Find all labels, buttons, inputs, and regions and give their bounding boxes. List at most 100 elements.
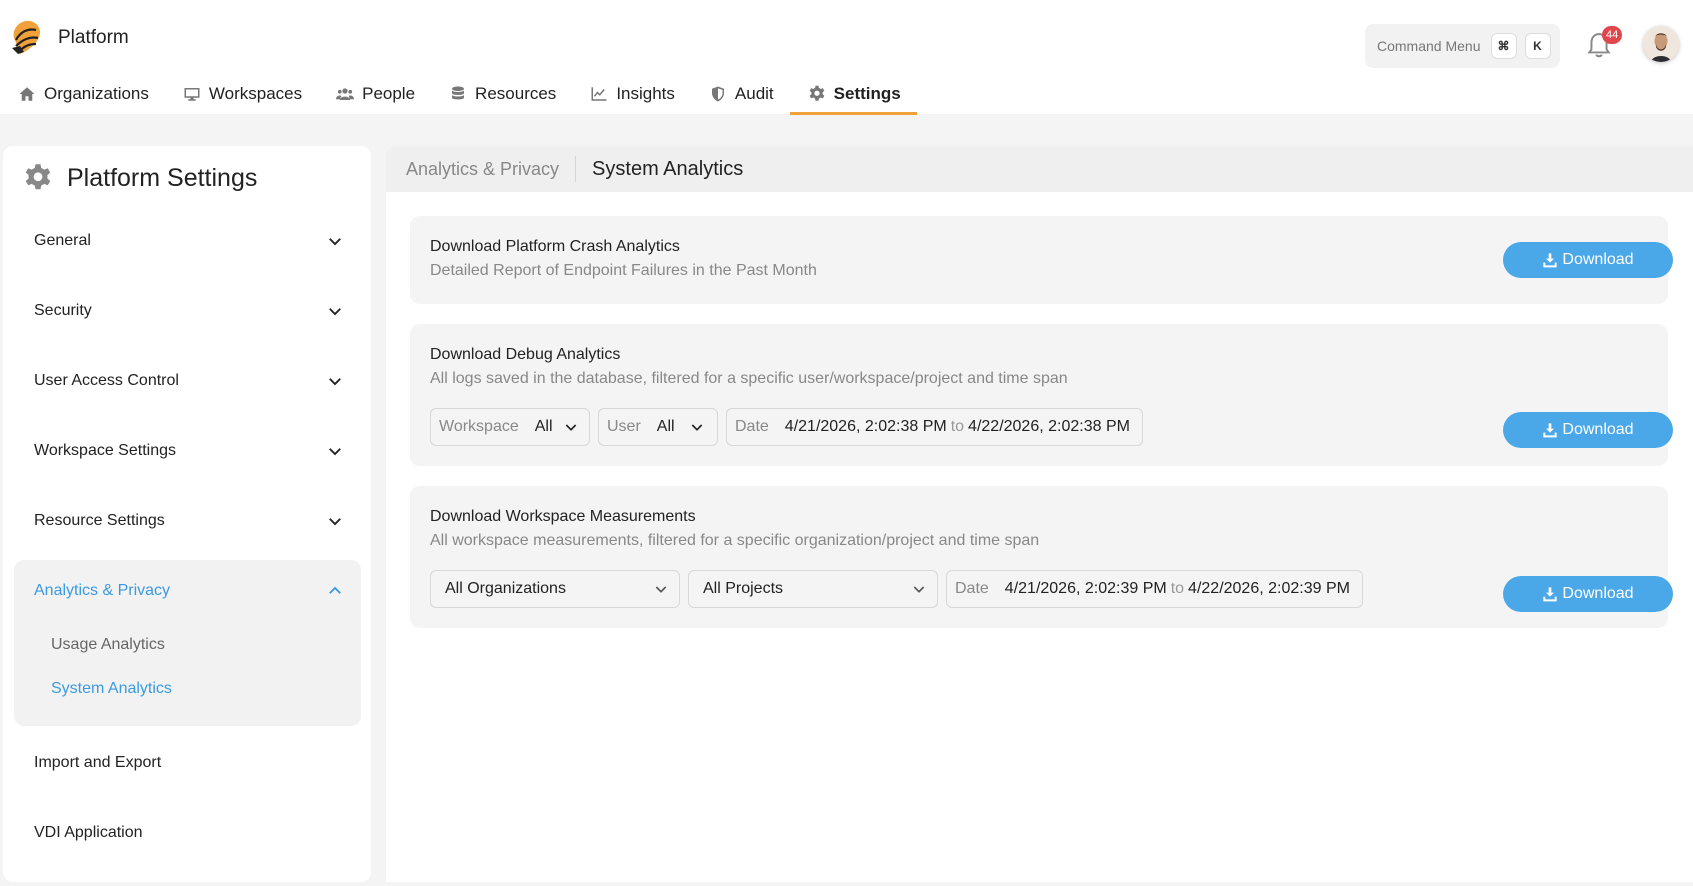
date-to-separator: to: [1170, 580, 1185, 597]
download-label: Download: [1562, 421, 1634, 438]
settings-sidebar: Platform Settings General Security User …: [3, 146, 371, 882]
workspace-label: Workspace: [439, 418, 519, 435]
sidebar-item-general[interactable]: General: [34, 226, 344, 256]
organization-value: All Organizations: [445, 580, 566, 597]
nav-organizations-label: Organizations: [44, 84, 149, 103]
download-label: Download: [1562, 251, 1634, 268]
download-icon: [1543, 253, 1558, 268]
main-nav: Organizations Workspaces People Resource…: [0, 74, 917, 115]
sidebar-item-label: Resource Settings: [34, 512, 165, 529]
date-from: 4/21/2026, 2:02:38 PM: [784, 418, 947, 435]
date-label: Date: [955, 580, 989, 597]
workspace-select[interactable]: Workspace All: [430, 408, 590, 446]
card-title: Download Debug Analytics: [430, 346, 621, 363]
top-header: Platform Command Menu ⌘ K 44 Organizatio…: [0, 0, 1693, 115]
gear-icon: [25, 164, 51, 190]
date-label: Date: [735, 418, 769, 435]
user-label: User: [607, 418, 641, 435]
breadcrumb-divider: [575, 156, 577, 182]
platform-logo: [12, 20, 41, 54]
sidebar-item-label: Workspace Settings: [34, 442, 176, 459]
download-debug-button[interactable]: Download: [1503, 412, 1673, 448]
sidebar-item-label: User Access Control: [34, 372, 179, 389]
download-label: Download: [1562, 585, 1634, 602]
chevron-down-icon: [329, 378, 341, 386]
app-title: Platform: [58, 27, 129, 48]
command-menu-label: Command Menu: [1377, 38, 1481, 54]
sidebar-item-label: VDI Application: [34, 824, 143, 841]
sidebar-item-vdi-application[interactable]: VDI Application: [34, 818, 344, 848]
chevron-down-icon: [329, 518, 341, 526]
nav-people-label: People: [362, 84, 416, 103]
organization-select[interactable]: All Organizations: [430, 570, 680, 608]
chevron-down-icon: [913, 586, 925, 593]
sidebar-item-import-export[interactable]: Import and Export: [34, 748, 344, 778]
workspace-measurements-card: Download Workspace Measurements All work…: [410, 486, 1673, 628]
nav-organizations[interactable]: Organizations: [0, 74, 165, 114]
nav-settings[interactable]: Settings: [789, 74, 917, 115]
breadcrumb-parent[interactable]: Analytics & Privacy: [386, 159, 559, 180]
page-title: System Analytics: [592, 157, 744, 180]
nav-resources[interactable]: Resources: [431, 74, 572, 114]
card-description: Detailed Report of Endpoint Failures in …: [430, 262, 817, 279]
date-to: 4/22/2026, 2:02:39 PM: [1188, 580, 1350, 597]
chevron-down-icon: [691, 424, 702, 431]
sidebar-header: Platform Settings: [23, 163, 257, 193]
date-range-field[interactable]: Date 4/21/2026, 2:02:38 PM to 4/22/2026,…: [726, 408, 1143, 446]
nav-insights[interactable]: Insights: [572, 74, 691, 114]
command-menu-button[interactable]: Command Menu ⌘ K: [1365, 24, 1560, 68]
nav-workspaces[interactable]: Workspaces: [165, 74, 318, 114]
card-description: All logs saved in the database, filtered…: [430, 370, 1068, 387]
sidebar-item-resource-settings[interactable]: Resource Settings: [34, 506, 344, 536]
sidebar-item-security[interactable]: Security: [34, 296, 344, 326]
chevron-down-icon: [655, 586, 667, 593]
command-key: ⌘: [1490, 33, 1517, 59]
sidebar-title: Platform Settings: [67, 163, 258, 192]
chevron-down-icon: [565, 424, 576, 431]
sidebar-item-label: Analytics & Privacy: [34, 582, 171, 599]
card-title: Download Platform Crash Analytics: [430, 238, 680, 255]
project-value: All Projects: [703, 580, 784, 597]
sidebar-item-analytics-privacy[interactable]: Analytics & Privacy: [34, 576, 344, 606]
chevron-down-icon: [329, 448, 341, 456]
download-icon: [1543, 587, 1558, 602]
date-to-separator: to: [950, 418, 965, 435]
k-key: K: [1524, 33, 1551, 59]
workspace-value: All: [534, 418, 553, 435]
date-range-field[interactable]: Date 4/21/2026, 2:02:39 PM to 4/22/2026,…: [946, 570, 1363, 608]
database-icon: [452, 86, 465, 100]
nav-settings-label: Settings: [833, 84, 901, 103]
card-title: Download Workspace Measurements: [430, 508, 696, 525]
nav-people[interactable]: People: [318, 74, 431, 114]
home-icon: [19, 87, 35, 101]
user-value: All: [656, 418, 675, 435]
monitor-icon: [184, 88, 200, 101]
sidebar-subitem-usage-analytics[interactable]: Usage Analytics: [51, 636, 165, 654]
download-crash-button[interactable]: Download: [1503, 242, 1673, 278]
sidebar-item-label: Security: [34, 302, 92, 319]
shield-icon: [711, 86, 724, 102]
sidebar-item-workspace-settings[interactable]: Workspace Settings: [34, 436, 344, 466]
chevron-up-icon: [329, 586, 341, 594]
date-from: 4/21/2026, 2:02:39 PM: [1004, 580, 1167, 597]
nav-workspaces-label: Workspaces: [208, 84, 303, 103]
gear-icon: [809, 85, 825, 101]
nav-audit[interactable]: Audit: [691, 74, 790, 114]
sidebar-subitem-system-analytics[interactable]: System Analytics: [51, 680, 172, 698]
chart-line-icon: [591, 87, 607, 101]
date-to: 4/22/2026, 2:02:38 PM: [968, 418, 1130, 435]
card-description: All workspace measurements, filtered for…: [430, 532, 1040, 549]
sidebar-item-user-access-control[interactable]: User Access Control: [34, 366, 344, 396]
people-icon: [336, 88, 355, 100]
nav-resources-label: Resources: [475, 84, 557, 103]
main-panel: Analytics & Privacy System Analytics Dow…: [386, 146, 1693, 882]
sidebar-item-label: Import and Export: [34, 754, 162, 771]
user-select[interactable]: User All: [598, 408, 718, 446]
notification-badge: 44: [1602, 26, 1623, 44]
crash-analytics-card: Download Platform Crash Analytics Detail…: [410, 216, 1673, 304]
avatar[interactable]: [1643, 26, 1679, 62]
project-select[interactable]: All Projects: [688, 570, 938, 608]
chevron-down-icon: [329, 238, 341, 246]
nav-audit-label: Audit: [734, 84, 774, 103]
download-measurements-button[interactable]: Download: [1503, 576, 1673, 612]
